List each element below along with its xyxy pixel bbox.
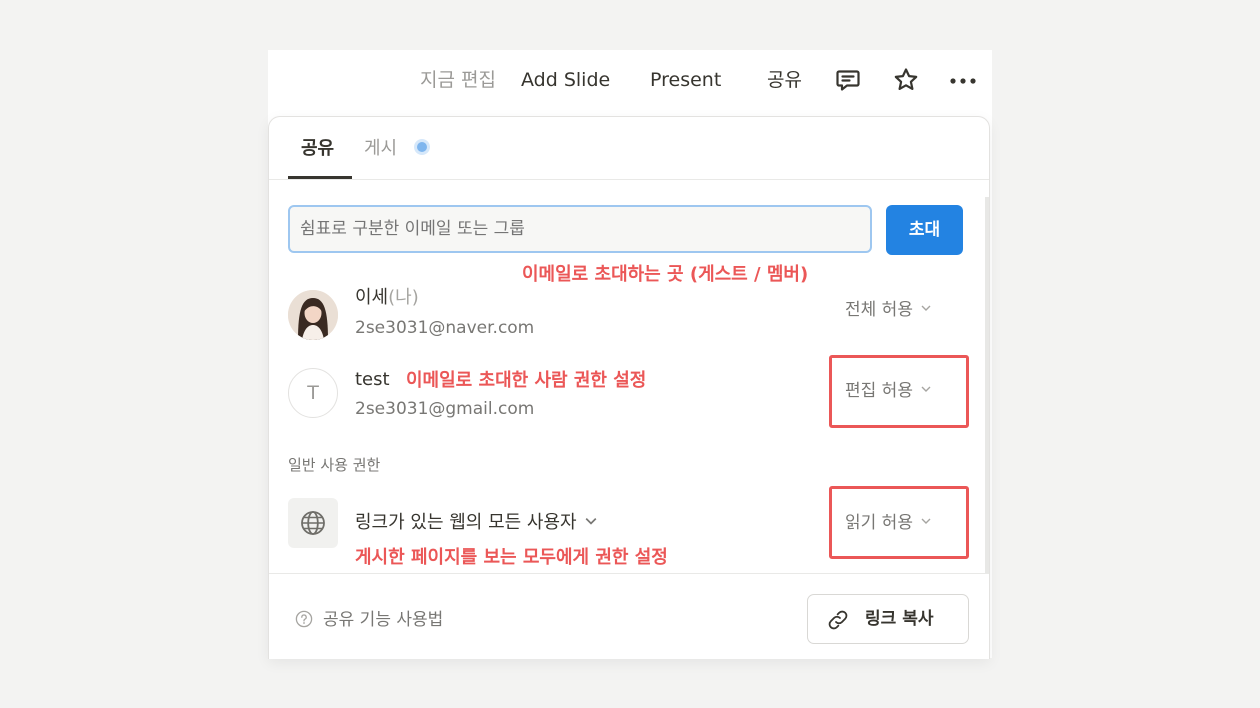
- annotation-invited-permission: 이메일로 초대한 사람 권한 설정: [406, 370, 647, 391]
- general-access-label: 일반 사용 권한: [288, 456, 381, 474]
- help-link[interactable]: 공유 기능 사용법: [295, 609, 443, 631]
- chevron-down-icon: [585, 518, 597, 525]
- member-name: test: [355, 369, 390, 390]
- share-popup: 공유 게시 초대 이메일로 초대하는 곳 (게스트 / 멤버) 이세(나): [268, 116, 990, 659]
- share-window: 지금 편집 Add Slide Present 공유 공유 게시 초대 이메일로…: [268, 50, 992, 659]
- permission-dropdown[interactable]: 전체 허용: [845, 299, 931, 321]
- chevron-down-icon: [921, 305, 931, 311]
- link-scope-dropdown[interactable]: 링크가 있는 웹의 모든 사용자: [355, 512, 597, 534]
- link-scope-label: 링크가 있는 웹의 모든 사용자: [355, 512, 577, 533]
- share-button[interactable]: 공유: [767, 68, 802, 92]
- more-icon[interactable]: [948, 66, 976, 94]
- help-label: 공유 기능 사용법: [323, 610, 444, 630]
- share-footer: 공유 기능 사용법 링크 복사: [269, 573, 989, 659]
- member-name: 이세(나): [355, 287, 419, 309]
- tab-bar: 공유 게시: [269, 117, 989, 180]
- member-email: 2se3031@gmail.com: [355, 399, 535, 419]
- edited-status: 지금 편집: [420, 69, 496, 91]
- top-bar: 지금 편집 Add Slide Present 공유: [268, 50, 992, 112]
- highlight-box: [829, 355, 969, 428]
- annotation-web-permission: 게시한 페이지를 보는 모두에게 권한 설정: [355, 547, 668, 568]
- highlight-box: [829, 486, 969, 559]
- active-tab-indicator: [288, 176, 352, 179]
- link-icon: [828, 610, 848, 630]
- copy-link-button[interactable]: 링크 복사: [807, 594, 969, 644]
- member-row: 이세(나) 2se3031@naver.com 전체 허용: [269, 287, 989, 347]
- annotation-invite-area: 이메일로 초대하는 곳 (게스트 / 멤버): [522, 264, 809, 285]
- tab-share[interactable]: 공유: [301, 137, 334, 161]
- globe-icon: [288, 498, 338, 548]
- member-email: 2se3031@naver.com: [355, 318, 535, 338]
- avatar: T: [288, 368, 338, 418]
- invite-button[interactable]: 초대: [886, 205, 963, 255]
- tab-publish[interactable]: 게시: [364, 137, 397, 161]
- copy-link-label: 링크 복사: [865, 609, 934, 629]
- invite-email-input[interactable]: [288, 205, 872, 253]
- avatar: [288, 290, 338, 340]
- present-button[interactable]: Present: [650, 68, 721, 92]
- star-icon[interactable]: [892, 66, 920, 94]
- member-name-text: 이세: [355, 287, 389, 308]
- question-icon: [295, 610, 313, 628]
- add-slide-button[interactable]: Add Slide: [521, 68, 610, 92]
- publish-status-dot: [417, 142, 427, 152]
- me-label: (나): [388, 287, 419, 308]
- comment-icon[interactable]: [834, 66, 862, 94]
- permission-label: 전체 허용: [845, 300, 913, 320]
